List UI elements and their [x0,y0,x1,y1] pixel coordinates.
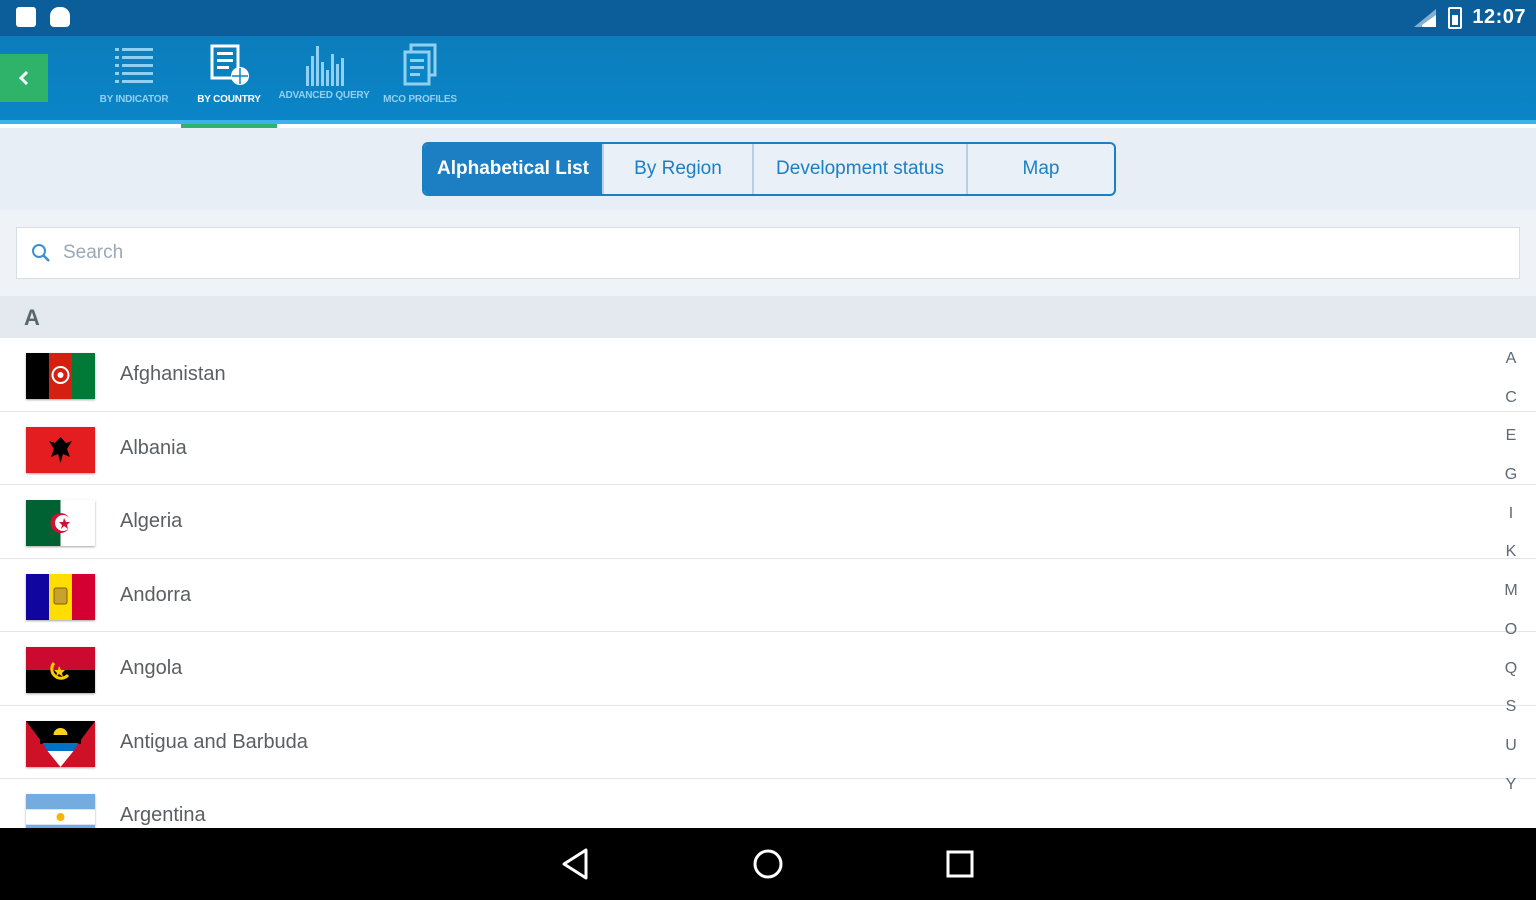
index-letter[interactable]: A [1496,344,1526,383]
system-navigation-bar [0,828,1536,900]
search-area [0,210,1536,296]
signal-icon [1412,7,1438,29]
filter-area: Alphabetical List By Region Development … [0,128,1536,210]
tab-by-country[interactable]: BY COUNTRY [181,36,277,128]
segment-by-region[interactable]: By Region [602,144,752,194]
list-item[interactable]: Andorra [0,559,1536,632]
list-item[interactable]: Argentina [0,779,1536,828]
tab-label: BY INDICATOR [99,94,169,105]
status-bar: 12:07 [0,0,1536,36]
view-mode-segmented-control: Alphabetical List By Region Development … [422,142,1116,196]
index-letter[interactable]: S [1496,692,1526,731]
afghanistan-flag-icon [26,353,95,399]
antigua-flag-icon [26,720,95,767]
search-icon [32,244,50,262]
search-box[interactable] [16,227,1520,279]
country-name: Albania [120,436,187,459]
index-letter[interactable]: Q [1496,654,1526,693]
back-triangle-icon[interactable] [558,846,594,882]
tab-by-indicator[interactable]: BY INDICATOR [86,36,182,124]
back-button[interactable] [0,54,48,102]
segment-map[interactable]: Map [966,144,1114,194]
recents-square-icon[interactable] [942,846,978,882]
index-letter[interactable]: I [1496,499,1526,538]
list-item[interactable]: Afghanistan [0,338,1536,412]
country-name: Afghanistan [120,363,226,385]
index-letter[interactable]: G [1496,460,1526,499]
sd-card-icon [16,7,36,27]
alphabet-index[interactable]: A C E G I K M O Q S U Y [1496,344,1526,808]
segment-alphabetical-list[interactable]: Alphabetical List [424,144,602,194]
list-item[interactable]: Angola [0,632,1536,706]
index-letter[interactable]: Y [1496,770,1526,809]
tab-advanced-query[interactable]: ADVANCED QUERY [276,36,372,124]
top-toolbar: BY INDICATOR BY COUNTRY ADVANCED QUERY M… [0,36,1536,128]
tab-label: ADVANCED QUERY [278,90,370,101]
bar-chart-icon [306,46,344,86]
index-letter[interactable]: O [1496,615,1526,654]
index-letter[interactable]: K [1496,537,1526,576]
segment-development-status[interactable]: Development status [752,144,966,194]
index-letter[interactable]: U [1496,731,1526,770]
country-name: Argentina [120,804,206,826]
list-icon [115,48,153,83]
index-letter[interactable]: M [1496,576,1526,615]
albania-flag-icon [26,426,95,473]
tab-mco-profiles[interactable]: MCO PROFILES [372,36,468,124]
chevron-left-icon [18,70,29,86]
country-name: Algeria [120,510,183,532]
country-list: Afghanistan Albania Algeria Andorra Ango… [0,338,1536,828]
andorra-flag-icon [26,573,95,620]
list-item[interactable]: Antigua and Barbuda [0,706,1536,779]
country-name: Andorra [120,583,192,606]
home-circle-icon[interactable] [750,846,786,882]
battery-icon [1448,6,1463,29]
clock: 12:07 [1472,6,1526,28]
tab-label: MCO PROFILES [383,94,457,105]
angola-flag-icon [26,647,95,693]
argentina-flag-icon [26,794,95,828]
section-header: A [0,296,1536,338]
algeria-flag-icon [26,500,95,546]
country-document-icon [210,44,249,85]
country-name: Antigua and Barbuda [120,730,308,753]
section-letter: A [24,305,40,330]
country-name: Angola [120,657,183,679]
android-icon [50,7,70,27]
documents-icon [403,43,437,86]
search-input[interactable] [63,242,1463,264]
index-letter[interactable]: C [1496,383,1526,422]
list-item[interactable]: Albania [0,412,1536,485]
tab-label: BY COUNTRY [197,94,261,105]
list-item[interactable]: Algeria [0,485,1536,559]
index-letter[interactable]: E [1496,421,1526,460]
